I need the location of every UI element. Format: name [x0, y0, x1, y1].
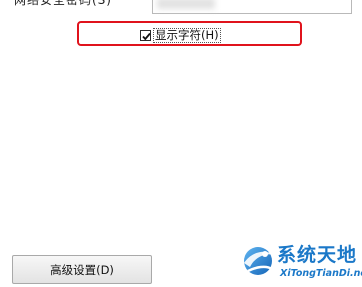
password-input[interactable] — [152, 0, 352, 14]
watermark-url: XiTongTianDi.net — [280, 268, 362, 279]
top-row: 网络安全密码(S) — [0, 0, 362, 17]
show-characters-option[interactable]: 显示字符(H) — [140, 28, 221, 43]
advanced-settings-button-label: 高级设置(D) — [50, 262, 114, 277]
globe-logo-icon — [244, 247, 274, 275]
checkmark-icon — [142, 32, 151, 41]
show-characters-label[interactable]: 显示字符(H) — [153, 28, 221, 43]
show-characters-checkbox[interactable] — [140, 30, 151, 41]
advanced-settings-button[interactable]: 高级设置(D) — [12, 255, 152, 284]
password-field-label: 网络安全密码(S) — [14, 0, 112, 7]
blurred-password-value — [157, 0, 215, 9]
watermark: 系统天地 XiTongTianDi.net — [240, 241, 362, 285]
watermark-title: 系统天地 — [277, 244, 358, 266]
